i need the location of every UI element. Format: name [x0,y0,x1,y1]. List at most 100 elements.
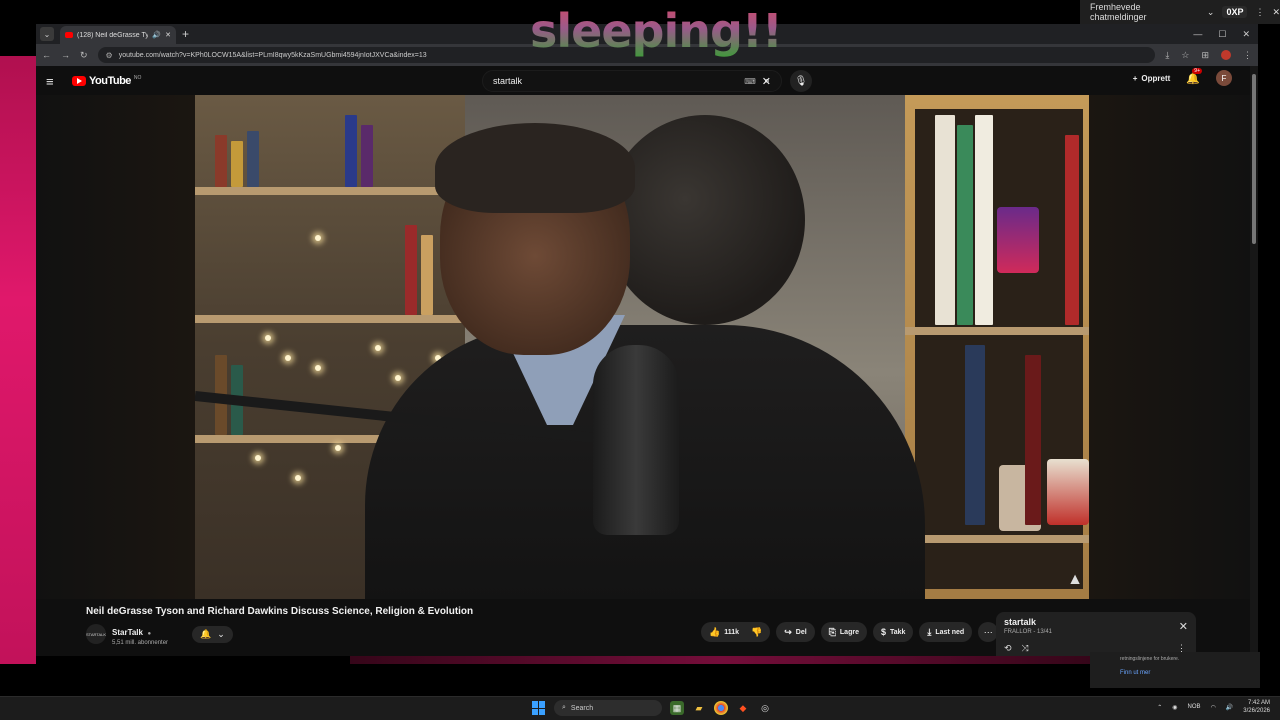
voice-search-button[interactable]: 🎙 [790,70,812,92]
channel-watermark-icon: ▲ [1067,571,1083,588]
back-icon[interactable]: ← [42,50,51,60]
clock-time: 7:42 AM [1247,700,1270,706]
youtube-logo[interactable]: YouTube NO [72,75,141,87]
search-icon: ⌕ [562,704,566,711]
search-input[interactable]: startalk ⌨ ✕ [482,70,782,92]
taskbar-apps: ⌕ Search ▦ ▰ ◆ ◎ [532,700,772,716]
featured-chat-label: Fremhevede chatmeldinger [1090,2,1147,22]
page-scrollbar[interactable] [1250,66,1258,656]
window-controls: — ☐ ✕ [1193,29,1258,40]
featured-chat-bar[interactable]: Fremhevede chatmeldinger ⌄ 0XP ⋮ ✕ [1080,0,1280,24]
bookmark-icon: ⎘ [828,626,836,637]
maximize-icon[interactable]: ☐ [1218,29,1226,40]
subscription-bell-button[interactable]: 🔔 ⌄ [192,625,233,643]
site-info-icon[interactable]: ⚙ [106,51,113,60]
clock[interactable]: 7:42 AM 3/26/2026 [1243,699,1270,715]
video-title: Neil deGrasse Tyson and Richard Dawkins … [86,606,474,617]
download-button[interactable]: ⤓ Last ned [919,622,973,642]
chrome-icon[interactable] [714,701,728,715]
windows-start-icon[interactable] [532,701,546,715]
thanks-icon: $ [880,627,886,637]
subscriber-count: 5,51 mill. abonnenter [112,640,169,646]
channel-name[interactable]: StarTalk [112,628,143,637]
notification-text: retningslinjene for brukere. [1120,656,1180,662]
taskbar-search[interactable]: ⌕ Search [554,700,662,716]
profile-icon[interactable] [1221,50,1231,60]
scrollbar-thumb[interactable] [1252,74,1256,244]
youtube-play-icon [72,76,86,86]
playlist-position: FRALLOR - 13/41 [1004,629,1053,635]
browser-window: ⌄ (128) Neil deGrasse Tyson a 🔊 ✕ + — ☐ … [36,24,1258,656]
chevron-down-icon[interactable]: ⌄ [1207,7,1215,18]
video-microphone [593,345,679,535]
overlay-caption: sleeping!! [530,4,783,58]
tab-close-icon[interactable]: ✕ [165,31,171,39]
youtube-wordmark: YouTube [89,75,131,87]
taskbar: ⌕ Search ▦ ▰ ◆ ◎ ⌃ ◉ NOB ◠ 🔊 7:42 AM 3/2… [0,696,1280,720]
microphone-icon: 🎙 [794,75,808,87]
youtube-header: ≡ YouTube NO startalk ⌨ ✕ ⌕ 🎙 + Opprett … [36,66,1250,96]
video-bookshelf-right [905,95,1089,599]
save-button[interactable]: ⎘ Lagre [820,622,867,642]
wifi-icon[interactable]: ◠ [1211,704,1216,711]
video-person-hair [435,123,635,213]
like-count: 111k [724,628,740,636]
player-backdrop-right [1089,95,1250,599]
verified-icon: ● [147,631,152,637]
header-actions: + Opprett 🔔 9+ F [1133,67,1232,86]
speaker-icon[interactable]: 🔊 [152,31,161,39]
playlist-panel[interactable]: startalk FRALLOR - 13/41 ✕ ⟲ ⤨ ⋮ [996,612,1196,656]
clock-date: 3/26/2026 [1243,708,1270,714]
taskbar-search-placeholder: Search [570,704,594,712]
download-icon: ⤓ [927,626,932,637]
video-actions: 👍 111k 👎 ↪ Del ⎘ Lagre $ Takk ⤓ Last ned… [701,622,999,642]
browser-tab[interactable]: (128) Neil deGrasse Tyson a 🔊 ✕ [60,26,176,44]
bookmark-star-icon[interactable]: ☆ [1181,50,1189,61]
channel-avatar[interactable]: STARTALK [86,624,106,644]
more-icon[interactable]: ⋮ [1255,7,1264,18]
loop-icon[interactable]: ⟲ [1004,643,1012,654]
xp-badge: 0XP [1222,6,1248,18]
share-button[interactable]: ↪ Del [776,622,815,642]
browser-menu-icon[interactable]: ⋮ [1243,50,1252,61]
install-icon[interactable]: ⤓ [1165,50,1169,61]
new-tab-button[interactable]: + [182,27,189,41]
tab-search-icon[interactable]: ⌄ [40,27,54,41]
create-label: Opprett [1141,73,1171,83]
thanks-button[interactable]: $ Takk [872,622,914,642]
window-close-icon[interactable]: ✕ [1242,29,1250,40]
minimize-icon[interactable]: — [1193,29,1202,40]
learn-more-link[interactable]: Finn ut mer [1120,670,1230,676]
search-button[interactable]: ⌕ [754,70,780,92]
tray-chevron-icon[interactable]: ⌃ [1157,704,1162,711]
notifications-button[interactable]: 🔔 9+ [1186,67,1202,85]
create-button[interactable]: + Opprett [1133,74,1171,83]
extensions-icon[interactable]: ⊞ [1201,50,1209,61]
bell-icon: 🔔 [1186,72,1200,85]
tab-title: (128) Neil deGrasse Tyson a [77,31,149,39]
app-icon[interactable]: ◎ [758,701,772,715]
playlist-title: startalk [1004,617,1037,627]
shuffle-icon[interactable]: ⤨ [1022,643,1029,654]
toolbar-icons: ⤓ ☆ ⊞ ⋮ [1165,50,1252,61]
forward-icon[interactable]: → [61,50,70,60]
video-player[interactable]: ▲ [195,95,1089,599]
thumbs-down-icon[interactable]: 👎 [751,627,762,638]
close-icon[interactable]: ✕ [1179,620,1188,633]
brave-icon[interactable]: ◆ [736,701,750,715]
user-avatar[interactable]: F [1216,70,1232,86]
plus-icon: + [1132,73,1138,83]
tray-app-icon[interactable]: ◉ [1172,704,1177,711]
widgets-icon[interactable]: ▦ [670,701,684,715]
close-icon[interactable]: ✕ [1272,7,1280,18]
menu-icon[interactable]: ≡ [46,74,64,89]
save-label: Lagre [839,628,859,636]
reload-icon[interactable]: ↻ [80,50,88,61]
desktop-wallpaper [0,56,36,664]
like-button[interactable]: 👍 111k 👎 [701,622,771,642]
notification-fragment: retningslinjene for brukere. Finn ut mer [1090,652,1260,688]
language-indicator[interactable]: NOB [1188,704,1201,710]
file-explorer-icon[interactable]: ▰ [692,701,706,715]
volume-icon[interactable]: 🔊 [1226,704,1233,711]
chevron-down-icon: ⌄ [217,628,225,639]
